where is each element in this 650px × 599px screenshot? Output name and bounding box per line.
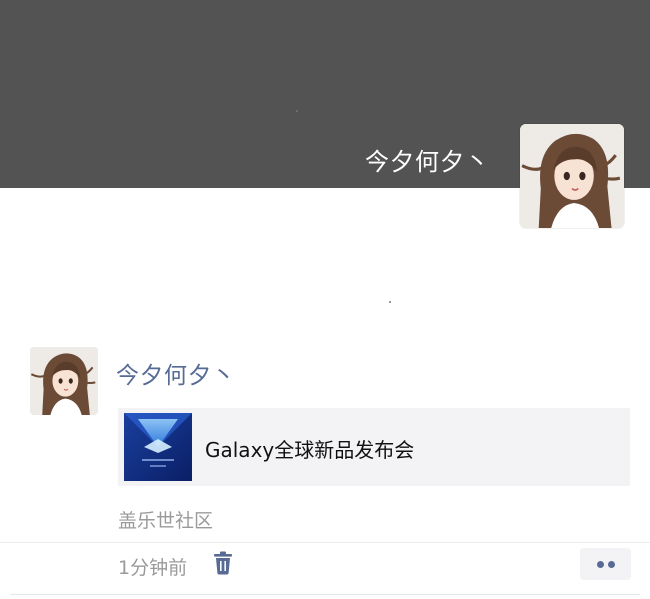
post-author-name[interactable]: 今夕何夕丶 [116, 356, 236, 390]
samsung-galaxy-blue-thumbnail-icon [124, 413, 192, 481]
anime-girl-avatar-icon [30, 347, 98, 415]
link-thumbnail [124, 413, 192, 481]
trash-icon [214, 551, 232, 575]
more-dots-icon [608, 561, 615, 568]
delete-button[interactable] [212, 551, 234, 575]
cover-avatar[interactable] [520, 124, 624, 228]
decorative-dot [389, 301, 391, 303]
link-title: Galaxy全球新品发布会 [205, 438, 415, 462]
more-dots-icon [597, 561, 604, 568]
source-label[interactable]: 盖乐世社区 [118, 506, 213, 533]
divider [0, 542, 650, 543]
anime-girl-avatar-icon [520, 124, 624, 228]
divider [10, 594, 640, 595]
decorative-dot [296, 110, 298, 112]
post-time: 1分钟前 [118, 557, 188, 579]
post-author-avatar[interactable] [30, 347, 98, 415]
more-actions-button[interactable] [580, 548, 631, 580]
shared-link-card[interactable]: Galaxy全球新品发布会 [118, 408, 630, 486]
cover-username[interactable]: 今夕何夕丶 [365, 142, 490, 177]
